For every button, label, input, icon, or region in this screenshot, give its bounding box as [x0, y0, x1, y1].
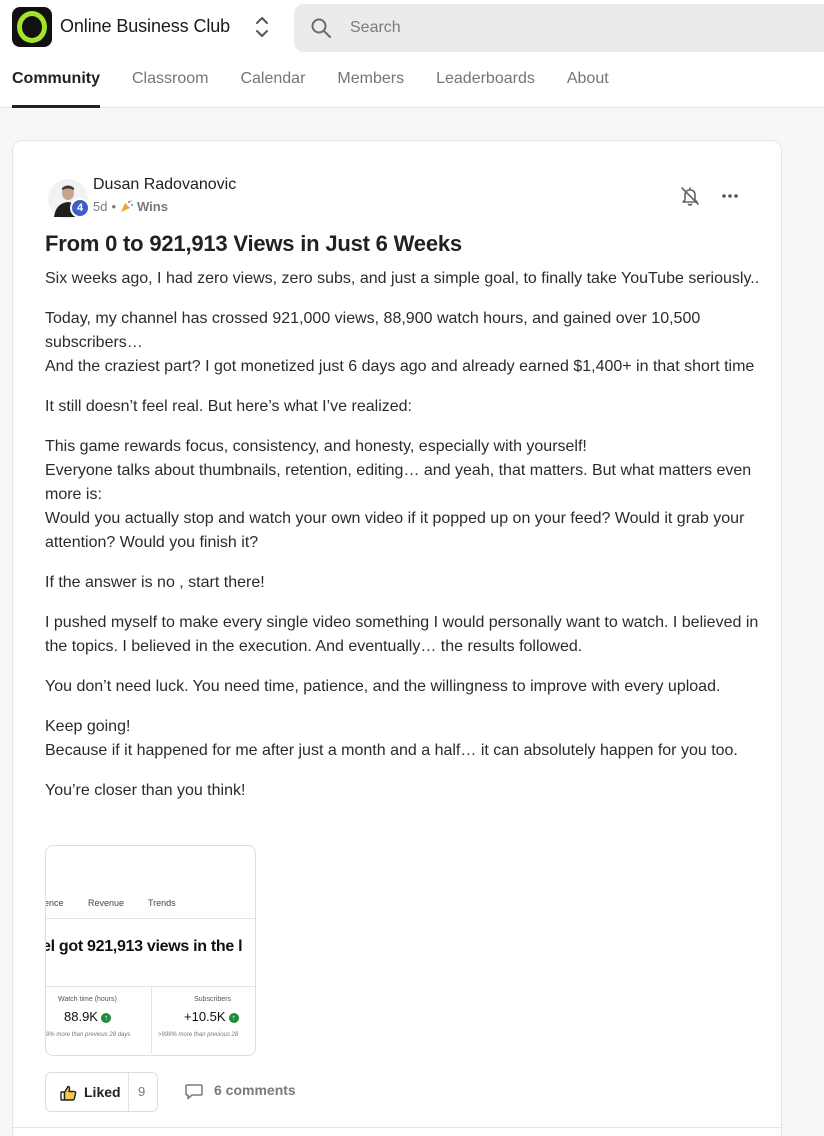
thumbs-up-icon — [60, 1085, 77, 1101]
thumb-tab-partial: ence — [45, 898, 64, 908]
stat-label-subscribers: Subscribers — [194, 996, 231, 1003]
line: This game rewards focus, consistency, an… — [45, 438, 587, 455]
thumb-tab-trends: Trends — [148, 898, 176, 908]
thumb-tab-revenue: Revenue — [88, 898, 125, 908]
tab-community[interactable]: Community — [12, 66, 100, 108]
post-title[interactable]: From 0 to 921,913 Views in Just 6 Weeks — [45, 231, 462, 257]
paragraph: This game rewards focus, consistency, an… — [45, 435, 760, 555]
paragraph: I pushed myself to make every single vid… — [45, 611, 760, 659]
line: Six weeks ago, I had zero views, zero su… — [45, 270, 760, 287]
paragraph: Today, my channel has crossed 921,000 vi… — [45, 307, 760, 379]
comment-icon[interactable] — [185, 1083, 203, 1100]
logo-ring — [17, 11, 47, 43]
post-meta: 5d • Wins — [93, 199, 168, 214]
tab-calendar[interactable]: Calendar — [240, 66, 305, 108]
paragraph: Keep going! Because if it happened for me… — [45, 715, 760, 763]
more-options-icon[interactable] — [719, 185, 741, 207]
thumb-divider — [46, 918, 255, 919]
post-category[interactable]: Wins — [137, 199, 168, 214]
line: And the craziest part? I got monetized j… — [45, 358, 755, 375]
chevron-updown-icon[interactable] — [252, 14, 272, 40]
top-header: Online Business Club Search Community Cl… — [0, 0, 824, 108]
paragraph: If the answer is no , start there! — [45, 571, 760, 595]
line: It still doesn’t feel real. But here’s w… — [45, 398, 412, 415]
like-button[interactable]: Liked 9 — [45, 1072, 158, 1112]
stat-label-watch-time: Watch time (hours) — [58, 996, 117, 1003]
line: Would you actually stop and watch your o… — [45, 510, 745, 551]
line: Everyone talks about thumbnails, retenti… — [45, 462, 752, 503]
paragraph: It still doesn’t feel real. But here’s w… — [45, 395, 760, 419]
tab-members[interactable]: Members — [337, 66, 404, 108]
post-card[interactable]: 4 Dusan Radovanovic 5d • Wins From 0 to … — [12, 140, 782, 1136]
confetti-icon — [121, 200, 134, 212]
stat-value-watch-time: 88.9K ↑ — [64, 1009, 111, 1024]
arrow-up-icon: ↑ — [100, 1012, 111, 1023]
stat-value-text: 88.9K — [64, 1009, 98, 1024]
like-label: Liked — [84, 1084, 121, 1100]
like-separator — [128, 1073, 129, 1111]
paragraph: Six weeks ago, I had zero views, zero su… — [45, 267, 760, 291]
search-placeholder: Search — [350, 19, 401, 36]
line: Keep going! — [45, 718, 131, 735]
line: I pushed myself to make every single vid… — [45, 614, 759, 655]
author-name[interactable]: Dusan Radovanovic — [93, 176, 236, 194]
line: Today, my channel has crossed 921,000 vi… — [45, 310, 701, 351]
comments-link[interactable]: 6 comments — [214, 1082, 296, 1098]
arrow-up-icon: ↑ — [228, 1012, 239, 1023]
paragraph: You don’t need luck. You need time, pati… — [45, 675, 760, 699]
meta-separator: • — [111, 199, 117, 214]
line: Because if it happened for me after just… — [45, 742, 738, 759]
card-divider — [13, 1127, 781, 1128]
stat-value-subscribers: +10.5K ↑ — [184, 1009, 239, 1024]
line: You’re closer than you think! — [45, 782, 246, 799]
post-time: 5d — [93, 199, 108, 214]
nav-tabs: Community Classroom Calendar Members Lea… — [12, 66, 641, 108]
tab-about[interactable]: About — [567, 66, 609, 108]
paragraph: You’re closer than you think! — [45, 779, 760, 803]
thumb-headline: el got 921,913 views in the l — [45, 938, 243, 955]
stat-sub-subscribers: >999% more than previous 28 — [158, 1032, 239, 1038]
stat-value-text: +10.5K — [184, 1009, 226, 1024]
thumb-stats-divider — [151, 986, 152, 1054]
stat-sub-watch-time: 9% more than previous 28 days — [46, 1032, 131, 1038]
club-name[interactable]: Online Business Club — [60, 16, 230, 37]
level-badge: 4 — [70, 198, 90, 218]
tab-leaderboards[interactable]: Leaderboards — [436, 66, 535, 108]
tab-classroom[interactable]: Classroom — [132, 66, 208, 108]
like-count[interactable]: 9 — [138, 1084, 145, 1099]
line: If the answer is no , start there! — [45, 574, 265, 591]
search-input[interactable]: Search — [294, 4, 824, 52]
post-body: Six weeks ago, I had zero views, zero su… — [45, 267, 760, 819]
club-logo[interactable] — [12, 7, 52, 47]
search-icon — [311, 18, 331, 38]
attachment-thumbnail[interactable]: ence Revenue Trends el got 921,913 views… — [45, 845, 256, 1056]
line: You don’t need luck. You need time, pati… — [45, 678, 721, 695]
bell-off-icon[interactable] — [679, 185, 701, 207]
